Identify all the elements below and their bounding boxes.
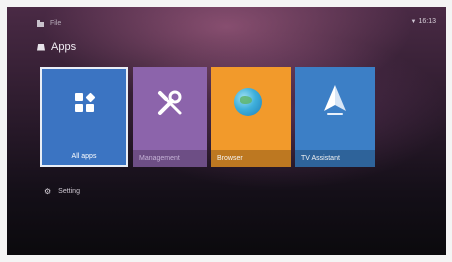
setting-item[interactable]: ⚙ Setting (44, 187, 80, 196)
wifi-icon: ▼ (410, 18, 417, 25)
file-nav-label: File (50, 20, 62, 27)
tile-tv-assistant[interactable]: TV Assistant (295, 67, 375, 167)
all-apps-grid-icon (75, 92, 96, 113)
sailboat-icon (321, 85, 349, 124)
tile-label: Browser (211, 150, 291, 167)
tile-browser[interactable]: Browser (211, 67, 291, 167)
tile-label: Management (133, 150, 207, 167)
clock: 16:13 (418, 18, 436, 25)
tile-all-apps[interactable]: All apps (40, 67, 128, 167)
gear-icon: ⚙ (44, 187, 52, 196)
tile-label: TV Assistant (295, 150, 375, 167)
globe-icon (234, 88, 262, 116)
shopping-bag-icon (37, 43, 45, 51)
folder-icon (37, 20, 44, 27)
tools-icon (156, 89, 184, 122)
status-bar: ▼ 16:13 (411, 18, 436, 25)
tile-label: All apps (71, 153, 97, 160)
section-title: Apps (51, 41, 77, 53)
tile-management[interactable]: Management (133, 67, 207, 167)
setting-label: Setting (58, 188, 80, 195)
file-nav-item[interactable]: File (37, 20, 61, 27)
tv-launcher-screen: File ▼ 16:13 Apps All apps Management Br… (7, 7, 446, 255)
apps-section-header: Apps (37, 41, 76, 53)
